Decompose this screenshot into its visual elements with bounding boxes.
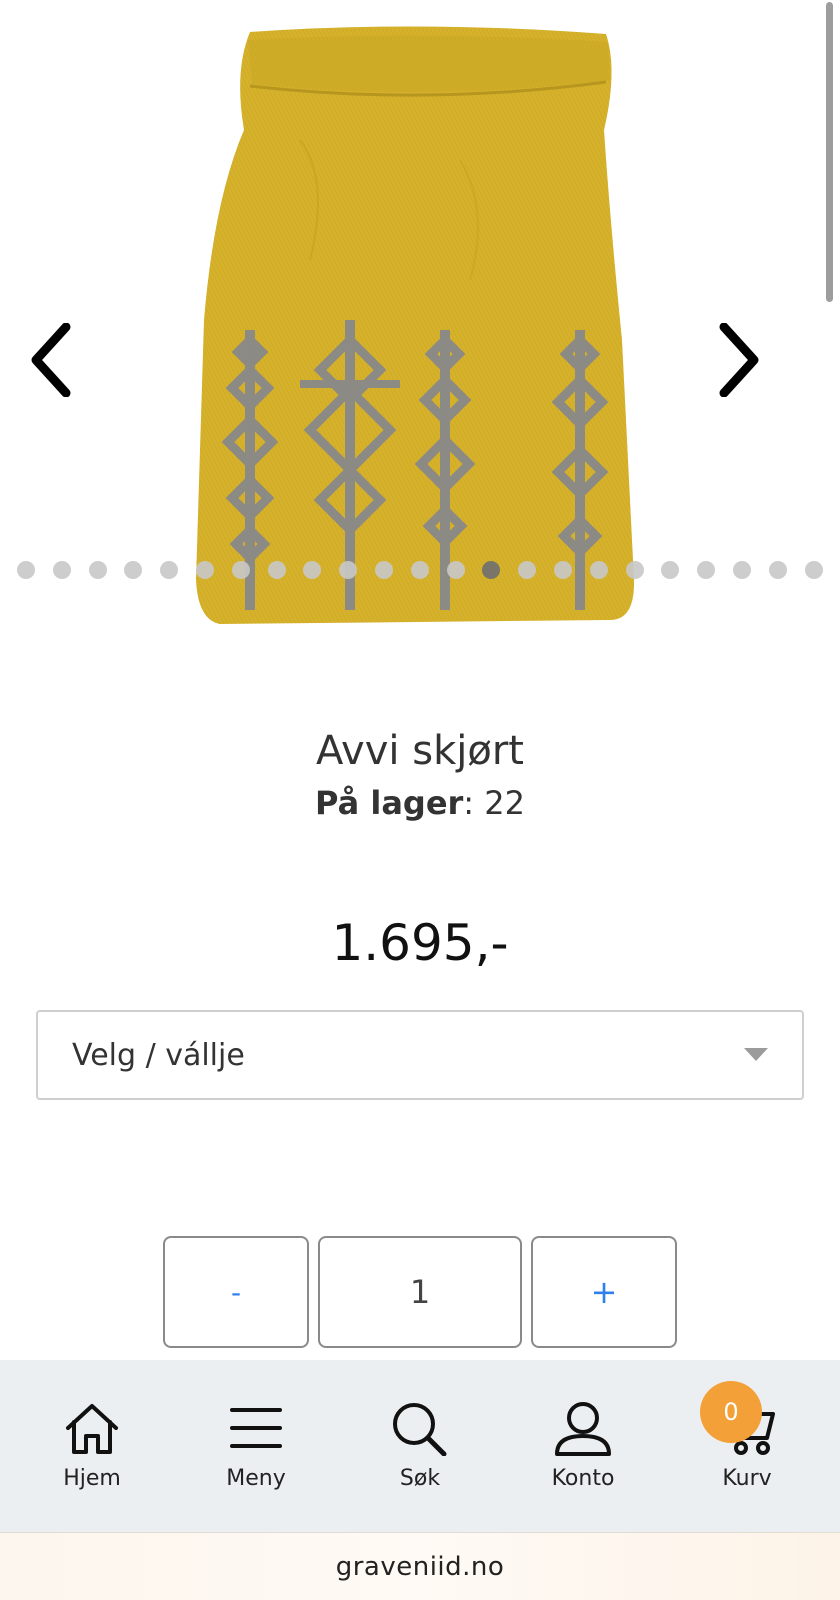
gallery-dot-13[interactable] bbox=[446, 561, 465, 579]
chevron-right-icon bbox=[719, 323, 759, 397]
product-image-gallery[interactable] bbox=[0, 0, 840, 660]
gallery-dot-11[interactable] bbox=[375, 561, 393, 579]
caret-down-icon bbox=[744, 1048, 768, 1061]
gallery-dot-14[interactable] bbox=[482, 561, 501, 579]
nav-label-search: Søk bbox=[399, 1466, 441, 1491]
nav-label-cart: Kurv bbox=[722, 1466, 772, 1491]
gallery-dot-10[interactable] bbox=[339, 561, 358, 579]
cart-count-badge: 0 bbox=[700, 1381, 762, 1443]
nav-item-home[interactable]: Hjem bbox=[17, 1400, 167, 1510]
gallery-dot-18[interactable] bbox=[625, 561, 644, 579]
quantity-decrease-button[interactable]: - bbox=[163, 1236, 309, 1348]
gallery-pagination-dots bbox=[0, 560, 840, 580]
user-icon bbox=[555, 1402, 611, 1456]
gallery-dot-7[interactable] bbox=[231, 561, 250, 579]
gallery-dot-16[interactable] bbox=[554, 561, 572, 579]
menu-icon bbox=[230, 1408, 282, 1448]
browser-url-bar[interactable]: graveniid.no bbox=[0, 1532, 840, 1600]
gallery-dot-21[interactable] bbox=[733, 561, 751, 579]
nav-item-menu[interactable]: Meny bbox=[181, 1400, 331, 1510]
gallery-dot-5[interactable] bbox=[160, 561, 179, 579]
nav-label-account: Konto bbox=[551, 1466, 615, 1491]
variant-select-value: Velg / vállje bbox=[72, 1037, 245, 1073]
gallery-dot-3[interactable] bbox=[88, 561, 107, 579]
url-text: graveniid.no bbox=[335, 1551, 505, 1582]
gallery-dot-23[interactable] bbox=[804, 561, 823, 579]
gallery-dot-20[interactable] bbox=[697, 561, 716, 579]
nav-label-home: Hjem bbox=[63, 1466, 121, 1491]
gallery-dot-2[interactable] bbox=[52, 561, 71, 579]
gallery-next-button[interactable] bbox=[710, 315, 770, 405]
nav-item-account[interactable]: Konto bbox=[508, 1400, 658, 1510]
quantity-increase-button[interactable]: + bbox=[531, 1236, 677, 1348]
gallery-dot-4[interactable] bbox=[124, 561, 143, 579]
variant-select[interactable]: Velg / vállje bbox=[36, 1010, 804, 1100]
home-icon bbox=[66, 1404, 118, 1454]
stock-info: På lager: 22 bbox=[0, 784, 840, 822]
nav-item-search[interactable]: Søk bbox=[345, 1400, 495, 1510]
gallery-dot-12[interactable] bbox=[410, 561, 429, 579]
gallery-dot-6[interactable] bbox=[196, 561, 214, 579]
gallery-dot-15[interactable] bbox=[518, 561, 537, 579]
gallery-dot-1[interactable] bbox=[17, 561, 35, 579]
product-title: Avvi skjørt bbox=[316, 728, 524, 774]
nav-label-menu: Meny bbox=[226, 1466, 286, 1491]
search-icon bbox=[393, 1403, 447, 1456]
product-image bbox=[196, 26, 635, 624]
page-scrollbar[interactable] bbox=[826, 2, 833, 302]
gallery-dot-22[interactable] bbox=[768, 561, 787, 579]
gallery-dot-19[interactable] bbox=[661, 561, 680, 579]
product-price: 1.695,- bbox=[331, 914, 509, 972]
quantity-input[interactable]: 1 bbox=[318, 1236, 522, 1348]
gallery-prev-button[interactable] bbox=[20, 315, 80, 405]
stock-label: På lager bbox=[315, 784, 464, 822]
gallery-dot-17[interactable] bbox=[589, 561, 608, 579]
gallery-dot-8[interactable] bbox=[267, 561, 286, 579]
stock-value: : 22 bbox=[463, 784, 525, 822]
chevron-left-icon bbox=[31, 323, 71, 397]
gallery-dot-9[interactable] bbox=[303, 561, 322, 579]
